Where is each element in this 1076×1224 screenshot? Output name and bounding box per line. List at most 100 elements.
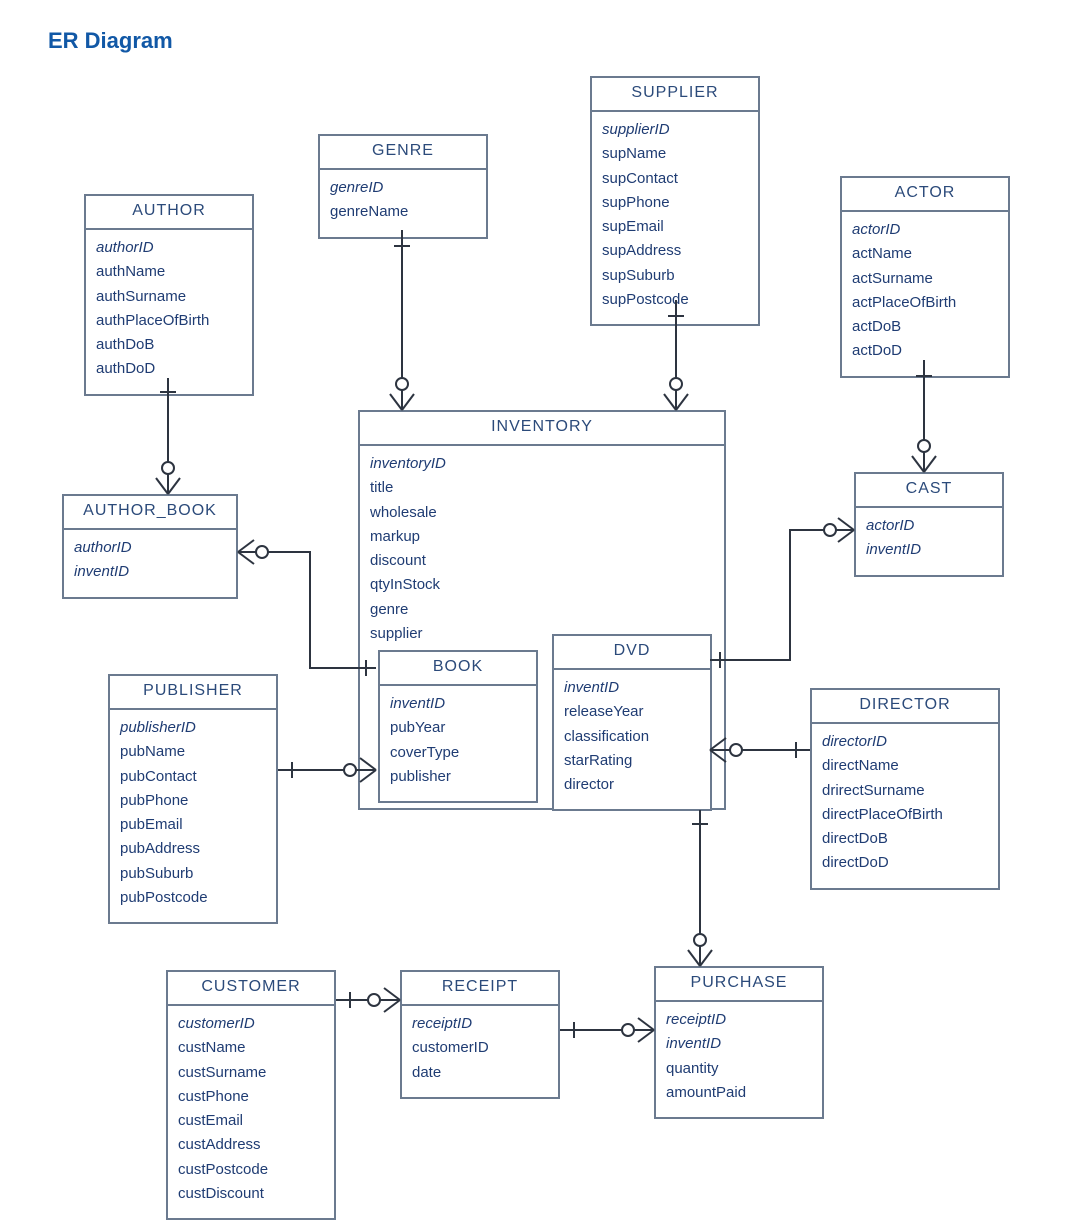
attr: inventID bbox=[74, 562, 226, 586]
attr: receiptID bbox=[666, 1010, 812, 1034]
attr: classification bbox=[564, 727, 700, 751]
entity-genre-title: GENRE bbox=[320, 136, 486, 170]
attr: genreID bbox=[330, 178, 476, 202]
attr: director bbox=[564, 775, 700, 799]
attr: pubContact bbox=[120, 767, 266, 791]
entity-dvd-title: DVD bbox=[554, 636, 710, 670]
attr: publisher bbox=[390, 767, 526, 791]
entity-inventory-attrs: inventoryID title wholesale markup disco… bbox=[360, 446, 724, 658]
attr: custEmail bbox=[178, 1111, 324, 1135]
attr: customerID bbox=[412, 1038, 548, 1062]
attr: actName bbox=[852, 244, 998, 268]
attr: starRating bbox=[564, 751, 700, 775]
attr: authSurname bbox=[96, 287, 242, 311]
attr: actPlaceOfBirth bbox=[852, 293, 998, 317]
attr: supEmail bbox=[602, 217, 748, 241]
attr: inventID bbox=[390, 694, 526, 718]
attr: amountPaid bbox=[666, 1083, 812, 1107]
attr: date bbox=[412, 1063, 548, 1087]
attr: custName bbox=[178, 1038, 324, 1062]
attr: drirectSurname bbox=[822, 781, 988, 805]
entity-cast-attrs: actorID inventID bbox=[856, 508, 1002, 575]
entity-author-title: AUTHOR bbox=[86, 196, 252, 230]
entity-author: AUTHOR authorID authName authSurname aut… bbox=[84, 194, 254, 396]
entity-publisher-attrs: publisherID pubName pubContact pubPhone … bbox=[110, 710, 276, 922]
attr: supContact bbox=[602, 169, 748, 193]
attr: custDiscount bbox=[178, 1184, 324, 1208]
entity-author-book: AUTHOR_BOOK authorID inventID bbox=[62, 494, 238, 599]
attr: supName bbox=[602, 144, 748, 168]
entity-book: BOOK inventID pubYear coverType publishe… bbox=[378, 650, 538, 803]
entity-book-attrs: inventID pubYear coverType publisher bbox=[380, 686, 536, 801]
attr: supPhone bbox=[602, 193, 748, 217]
entity-actor-title: ACTOR bbox=[842, 178, 1008, 212]
attr: supPostcode bbox=[602, 290, 748, 314]
attr: custPostcode bbox=[178, 1160, 324, 1184]
entity-cast: CAST actorID inventID bbox=[854, 472, 1004, 577]
attr: wholesale bbox=[370, 503, 714, 527]
entity-director-attrs: directorID directName drirectSurname dir… bbox=[812, 724, 998, 888]
attr: actorID bbox=[852, 220, 998, 244]
attr: custAddress bbox=[178, 1135, 324, 1159]
attr: pubAddress bbox=[120, 839, 266, 863]
attr: discount bbox=[370, 551, 714, 575]
attr: pubName bbox=[120, 742, 266, 766]
attr: pubPostcode bbox=[120, 888, 266, 912]
attr: directorID bbox=[822, 732, 988, 756]
entity-actor: ACTOR actorID actName actSurname actPlac… bbox=[840, 176, 1010, 378]
attr: authPlaceOfBirth bbox=[96, 311, 242, 335]
attr: actSurname bbox=[852, 269, 998, 293]
entity-book-title: BOOK bbox=[380, 652, 536, 686]
attr: publisherID bbox=[120, 718, 266, 742]
entity-customer: CUSTOMER customerID custName custSurname… bbox=[166, 970, 336, 1220]
attr: inventID bbox=[866, 540, 992, 564]
entity-purchase: PURCHASE receiptID inventID quantity amo… bbox=[654, 966, 824, 1119]
attr: supAddress bbox=[602, 241, 748, 265]
entity-purchase-title: PURCHASE bbox=[656, 968, 822, 1002]
attr: quantity bbox=[666, 1059, 812, 1083]
attr: custPhone bbox=[178, 1087, 324, 1111]
attr: supSuburb bbox=[602, 266, 748, 290]
entity-actor-attrs: actorID actName actSurname actPlaceOfBir… bbox=[842, 212, 1008, 376]
attr: title bbox=[370, 478, 714, 502]
entity-customer-attrs: customerID custName custSurname custPhon… bbox=[168, 1006, 334, 1218]
entity-publisher: PUBLISHER publisherID pubName pubContact… bbox=[108, 674, 278, 924]
attr: supplierID bbox=[602, 120, 748, 144]
attr: actorID bbox=[866, 516, 992, 540]
attr: qtyInStock bbox=[370, 575, 714, 599]
attr: directDoD bbox=[822, 853, 988, 877]
attr: pubEmail bbox=[120, 815, 266, 839]
entity-purchase-attrs: receiptID inventID quantity amountPaid bbox=[656, 1002, 822, 1117]
entity-director: DIRECTOR directorID directName drirectSu… bbox=[810, 688, 1000, 890]
entity-author-book-attrs: authorID inventID bbox=[64, 530, 236, 597]
attr: actDoB bbox=[852, 317, 998, 341]
attr: inventID bbox=[666, 1034, 812, 1058]
attr: inventoryID bbox=[370, 454, 714, 478]
attr: genreName bbox=[330, 202, 476, 226]
attr: authName bbox=[96, 262, 242, 286]
attr: markup bbox=[370, 527, 714, 551]
attr: authorID bbox=[74, 538, 226, 562]
attr: pubSuburb bbox=[120, 864, 266, 888]
attr: directDoB bbox=[822, 829, 988, 853]
attr: authDoB bbox=[96, 335, 242, 359]
attr: releaseYear bbox=[564, 702, 700, 726]
entity-director-title: DIRECTOR bbox=[812, 690, 998, 724]
entity-genre-attrs: genreID genreName bbox=[320, 170, 486, 237]
attr: customerID bbox=[178, 1014, 324, 1038]
entity-customer-title: CUSTOMER bbox=[168, 972, 334, 1006]
attr: authDoD bbox=[96, 359, 242, 383]
entity-author-attrs: authorID authName authSurname authPlaceO… bbox=[86, 230, 252, 394]
attr: inventID bbox=[564, 678, 700, 702]
entity-supplier-attrs: supplierID supName supContact supPhone s… bbox=[592, 112, 758, 324]
entity-receipt: RECEIPT receiptID customerID date bbox=[400, 970, 560, 1099]
attr: authorID bbox=[96, 238, 242, 262]
attr: coverType bbox=[390, 743, 526, 767]
attr: pubPhone bbox=[120, 791, 266, 815]
attr: actDoD bbox=[852, 341, 998, 365]
attr: custSurname bbox=[178, 1063, 324, 1087]
attr: genre bbox=[370, 600, 714, 624]
entity-dvd: DVD inventID releaseYear classification … bbox=[552, 634, 712, 811]
entity-receipt-attrs: receiptID customerID date bbox=[402, 1006, 558, 1097]
entity-dvd-attrs: inventID releaseYear classification star… bbox=[554, 670, 710, 809]
